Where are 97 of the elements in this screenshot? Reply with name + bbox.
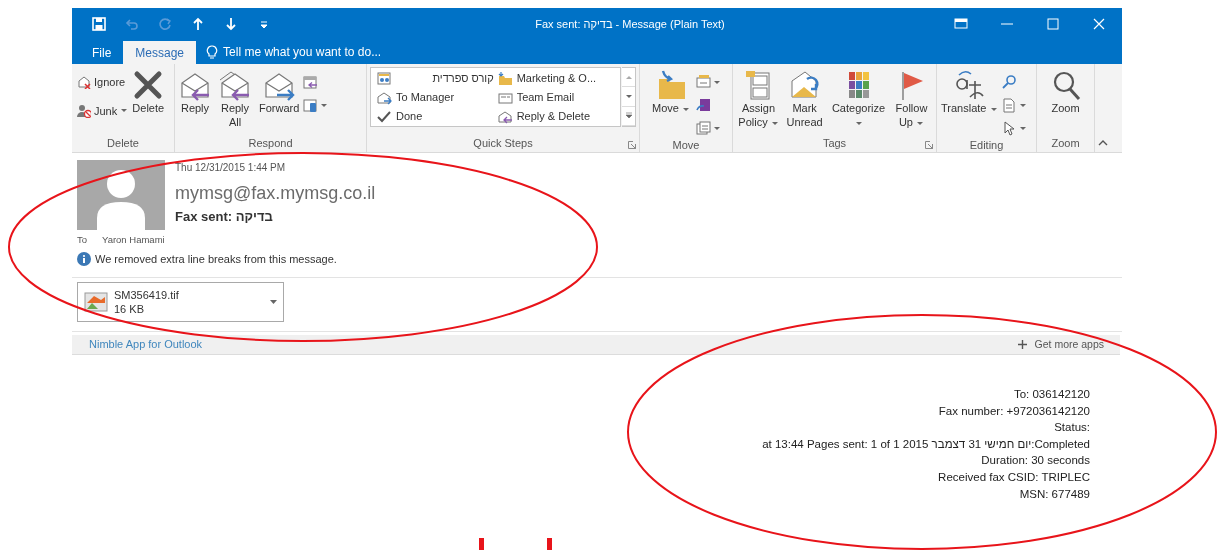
plus-icon: [1017, 340, 1027, 349]
dropdown-caret-icon: [770, 120, 779, 126]
group-label: Editing: [969, 138, 1004, 153]
quick-step-item[interactable]: Team Email: [495, 88, 617, 107]
translate-icon: [953, 69, 986, 101]
quick-step-item[interactable]: Marketing & O...: [495, 69, 617, 88]
dialog-launcher-icon[interactable]: [925, 141, 933, 149]
file-name: SM356419.tif: [114, 288, 180, 302]
scroll-up-icon[interactable]: [624, 73, 633, 81]
ribbon-button[interactable]: Assign Policy: [736, 67, 782, 131]
subject-line: Fax sent: בדיקה: [175, 208, 273, 226]
dropdown-caret-icon: [320, 103, 329, 108]
ribbon-button[interactable]: Ignore: [75, 71, 131, 94]
dropdown-caret-icon: [270, 300, 277, 304]
reply-all-icon: [219, 69, 251, 101]
message-line: Completed:יום חמישי 31 דצמבר 2015 at 13:44 Pages sent: 1 of 1: [762, 437, 1090, 450]
dropdown-caret-icon: [1018, 103, 1027, 108]
message-line: To: 036142120: [1013, 388, 1090, 400]
cursor-icon: [1001, 121, 1017, 136]
dropdown-caret-icon: [682, 106, 690, 112]
recipient-name[interactable]: Yaron Hamami: [102, 233, 165, 248]
ribbon-button[interactable]: Reply: [178, 67, 212, 117]
ribbon-button[interactable]: Delete: [131, 67, 166, 117]
save-icon[interactable]: [91, 17, 106, 31]
message-line: Received fax CSID: TRIPLEC: [938, 470, 1090, 483]
dropdown-caret-icon: [120, 108, 129, 114]
to-label: To: [77, 233, 88, 247]
gallery-more-icon[interactable]: [624, 112, 633, 120]
reply-delete-icon: [497, 109, 513, 124]
quick-step-item[interactable]: Done: [375, 107, 496, 126]
checkmark-icon: [377, 109, 392, 124]
ribbon-button[interactable]: Junk: [75, 99, 131, 122]
lightbulb-icon: [206, 45, 219, 59]
message-line: Fax number: +972036142120: [938, 404, 1090, 417]
folder-move-icon: [497, 71, 513, 86]
message-line: Status:: [1054, 421, 1090, 434]
gallery-scrollbar[interactable]: [622, 67, 636, 127]
quick-step-icon: [377, 71, 392, 86]
quick-step-item[interactable]: קורס ספרדית: [375, 69, 496, 88]
info-message: We removed extra line breaks from this message.: [95, 252, 337, 267]
avatar-icon: [77, 160, 165, 230]
sent-date: Thu 12/31/2015 1:44 PM: [175, 161, 286, 175]
message-line: MSN: 677489: [1019, 487, 1090, 500]
sender-address: mymsg@fax.mymsg.co.il: [175, 182, 376, 205]
group-label: Zoom: [1051, 136, 1080, 151]
message-line: Duration: 30 seconds: [981, 454, 1090, 467]
ribbon-button[interactable]: Translate: [940, 67, 999, 117]
ribbon-button[interactable]: Categorize: [828, 67, 889, 131]
quick-step-item[interactable]: Reply & Delete: [495, 107, 617, 126]
group-label: Quick Steps: [473, 136, 533, 151]
group-label: Tags: [822, 136, 847, 151]
dropdown-caret-icon: [713, 126, 721, 131]
down-arrow-icon[interactable]: [223, 17, 238, 31]
info-icon: [77, 252, 91, 267]
attachment-card[interactable]: SM356419.tif 16 KB: [77, 282, 284, 322]
image-file-icon: [84, 291, 108, 313]
actions-icon: [696, 121, 711, 136]
dropdown-caret-icon: [854, 120, 863, 126]
ribbon-tab[interactable]: File: [80, 41, 124, 64]
ribbon-icon-button[interactable]: [694, 119, 723, 138]
to-manager-icon: [377, 90, 392, 105]
scroll-down-icon[interactable]: [624, 93, 633, 100]
more-respond-icon: [303, 98, 319, 113]
rules-icon: [696, 75, 711, 90]
file-size: 16 KB: [114, 302, 145, 316]
window-title: Fax sent: בדיקה - Message (Plain Text): [534, 16, 726, 32]
ignore-icon: [77, 75, 91, 90]
dropdown-caret-icon: [713, 80, 721, 85]
meeting-reply-icon: [303, 75, 319, 90]
get-more-apps-button[interactable]: Get more apps: [1011, 335, 1110, 354]
ribbon-button[interactable]: Mark Unread: [782, 67, 828, 131]
document-icon: [1001, 98, 1017, 113]
group-label: Delete: [107, 136, 139, 151]
junk-user-icon: [77, 103, 91, 118]
tell-me-search[interactable]: Tell me what you want to do...: [223, 43, 382, 61]
find-icon: [1001, 75, 1017, 90]
ribbon-display-icon[interactable]: [954, 17, 968, 31]
dropdown-caret-icon: [1018, 126, 1027, 131]
ribbon-button[interactable]: Forward: [258, 67, 301, 117]
ribbon-button[interactable]: Move: [649, 67, 693, 117]
ribbon-button[interactable]: Zoom: [1048, 67, 1083, 117]
ribbon-tab[interactable]: Message: [123, 41, 197, 64]
group-label: Move: [672, 138, 700, 153]
app-link[interactable]: Nimble App for Outlook: [89, 336, 203, 353]
maximize-icon[interactable]: [1046, 17, 1060, 31]
ribbon-button[interactable]: Follow Up: [889, 67, 933, 131]
group-label: Respond: [248, 136, 293, 151]
envelope-icon: [788, 69, 821, 101]
onenote-icon: [696, 98, 711, 113]
dropdown-caret-icon: [916, 120, 924, 126]
dropdown-caret-icon: [989, 106, 998, 112]
ribbon-button[interactable]: Reply All: [213, 67, 257, 131]
team-email-icon: [497, 90, 513, 105]
collapse-ribbon-icon[interactable]: [1098, 140, 1108, 146]
dialog-launcher-icon[interactable]: [628, 141, 636, 149]
quick-step-item[interactable]: To Manager: [375, 88, 496, 107]
close-icon[interactable]: [1092, 17, 1106, 31]
